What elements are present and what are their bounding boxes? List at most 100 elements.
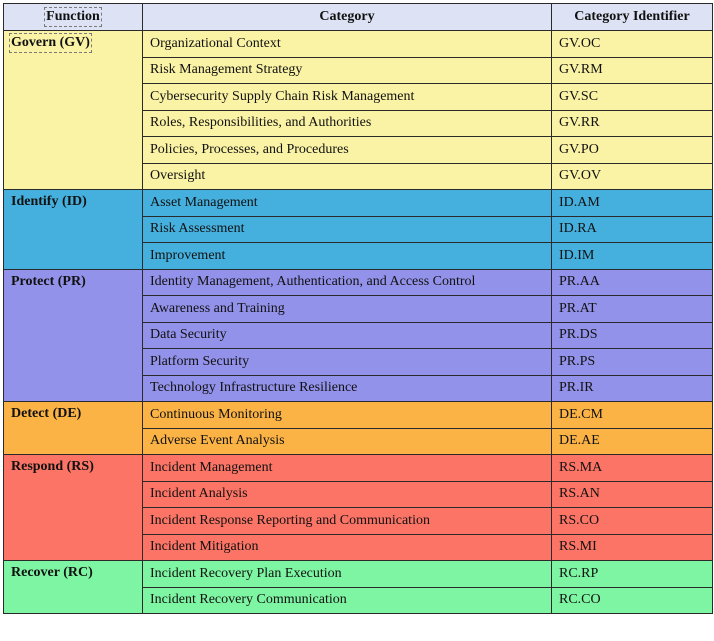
- category-cell: Identity Management, Authentication, and…: [142, 268, 552, 296]
- category-cell: Incident Recovery Communication: [142, 586, 552, 614]
- category-identifier: GV.OV: [559, 168, 602, 184]
- category-identifier: DE.CM: [559, 406, 603, 422]
- category-cell: Roles, Responsibilities, and Authorities: [142, 109, 552, 137]
- category-cell: Asset Management: [142, 189, 552, 217]
- category-identifier: GV.OC: [559, 35, 601, 51]
- category-cell: Data Security: [142, 321, 552, 349]
- identifier-cell: PR.DS: [551, 321, 713, 349]
- identifier-cell: PR.IR: [551, 374, 713, 402]
- category-name: Improvement: [150, 247, 226, 263]
- category-cell: Incident Management: [142, 454, 552, 482]
- category-name: Continuous Monitoring: [150, 406, 282, 422]
- category-cell: Adverse Event Analysis: [142, 427, 552, 455]
- function-name: Identify (ID): [11, 194, 87, 209]
- category-identifier: PR.DS: [559, 327, 598, 343]
- identifier-cell: RS.MI: [551, 533, 713, 561]
- header-function-label: Function: [44, 7, 102, 27]
- category-name: Risk Management Strategy: [150, 62, 303, 78]
- category-identifier: PR.PS: [559, 353, 596, 369]
- table-row: Govern (GV) Organizational Context GV.OC: [3, 30, 713, 190]
- header-row: Function Category Category Identifier: [3, 3, 713, 31]
- function-name: Detect (DE): [11, 406, 82, 421]
- category-cell: Platform Security: [142, 348, 552, 376]
- function-cell: Respond (RS): [3, 454, 143, 561]
- identifier-cell: RC.CO: [551, 586, 713, 614]
- function-cell: Identify (ID): [3, 189, 143, 270]
- category-cell: Continuous Monitoring: [142, 401, 552, 429]
- identifier-cell: RS.AN: [551, 480, 713, 508]
- category-name: Asset Management: [150, 194, 258, 210]
- category-name: Incident Response Reporting and Communic…: [150, 512, 430, 528]
- table-row: Recover (RC) Incident Recovery Plan Execu…: [3, 560, 713, 614]
- category-cell: Organizational Context: [142, 30, 552, 58]
- function-name: Recover (RC): [11, 565, 93, 580]
- category-identifier: RC.RP: [559, 565, 599, 581]
- category-name: Cybersecurity Supply Chain Risk Manageme…: [150, 88, 415, 104]
- category-identifier: GV.RM: [559, 62, 603, 78]
- category-identifier: RS.AN: [559, 486, 600, 502]
- table-row: Protect (PR) Identity Management, Authent…: [3, 268, 713, 402]
- table-row: Respond (RS) Incident Management RS.MA: [3, 454, 713, 561]
- category-name: Incident Analysis: [150, 486, 248, 502]
- identifier-cell: GV.OV: [551, 162, 713, 190]
- header-identifier-label: Category Identifier: [574, 9, 690, 24]
- category-cell: Risk Management Strategy: [142, 56, 552, 84]
- category-identifier: GV.PO: [559, 141, 599, 157]
- category-cell: Cybersecurity Supply Chain Risk Manageme…: [142, 83, 552, 111]
- table-body: Govern (GV) Organizational Context GV.OC Ri…: [3, 30, 713, 614]
- header-category-label: Category: [319, 9, 375, 24]
- category-name: Policies, Processes, and Procedures: [150, 141, 349, 157]
- category-identifier: PR.AA: [559, 274, 600, 290]
- category-identifier: PR.IR: [559, 380, 594, 396]
- category-identifier: DE.AE: [559, 433, 600, 449]
- header-function: Function: [3, 3, 143, 31]
- identifier-cell: RS.MA: [551, 454, 713, 482]
- function-name: Respond (RS): [11, 459, 94, 474]
- category-name: Risk Assessment: [150, 221, 245, 237]
- category-identifier: PR.AT: [559, 300, 597, 316]
- category-identifier: GV.SC: [559, 88, 599, 104]
- identifier-cell: RS.CO: [551, 507, 713, 535]
- category-name: Incident Mitigation: [150, 539, 259, 555]
- identifier-cell: DE.AE: [551, 427, 713, 455]
- function-name: Protect (PR): [11, 273, 86, 289]
- category-cell: Incident Response Reporting and Communic…: [142, 507, 552, 535]
- identifier-cell: PR.PS: [551, 348, 713, 376]
- category-name: Data Security: [150, 327, 227, 343]
- category-cell: Technology Infrastructure Resilience: [142, 374, 552, 402]
- category-cell: Incident Mitigation: [142, 533, 552, 561]
- category-identifier: ID.AM: [559, 194, 600, 210]
- header-identifier: Category Identifier: [551, 3, 713, 31]
- identifier-cell: PR.AA: [551, 268, 713, 296]
- category-name: Incident Management: [150, 459, 273, 475]
- category-name: Organizational Context: [150, 35, 281, 51]
- category-cell: Awareness and Training: [142, 295, 552, 323]
- csf-functions-table: Function Category Category Identifier Go…: [3, 3, 713, 614]
- category-name: Incident Recovery Plan Execution: [150, 565, 342, 581]
- category-name: Technology Infrastructure Resilience: [150, 380, 358, 396]
- identifier-cell: ID.RA: [551, 215, 713, 243]
- category-cell: Policies, Processes, and Procedures: [142, 136, 552, 164]
- category-name: Adverse Event Analysis: [150, 433, 285, 449]
- category-cell: Oversight: [142, 162, 552, 190]
- category-name: Platform Security: [150, 353, 250, 369]
- identifier-cell: ID.IM: [551, 242, 713, 270]
- identifier-cell: PR.AT: [551, 295, 713, 323]
- category-cell: Risk Assessment: [142, 215, 552, 243]
- category-cell: Incident Analysis: [142, 480, 552, 508]
- category-identifier: RS.CO: [559, 512, 600, 528]
- category-identifier: RC.CO: [559, 592, 601, 608]
- identifier-cell: GV.OC: [551, 30, 713, 58]
- identifier-cell: GV.RM: [551, 56, 713, 84]
- table-row: Identify (ID) Asset Management ID.AM: [3, 189, 713, 270]
- table-row: Detect (DE) Continuous Monitoring DE.CM: [3, 401, 713, 455]
- header-category: Category: [142, 3, 552, 31]
- category-identifier: GV.RR: [559, 115, 600, 131]
- identifier-cell: GV.RR: [551, 109, 713, 137]
- identifier-cell: GV.SC: [551, 83, 713, 111]
- category-identifier: RS.MA: [559, 459, 603, 475]
- category-identifier: ID.IM: [559, 247, 595, 263]
- category-name: Awareness and Training: [150, 300, 285, 316]
- function-cell: Govern (GV): [3, 30, 143, 190]
- identifier-cell: ID.AM: [551, 189, 713, 217]
